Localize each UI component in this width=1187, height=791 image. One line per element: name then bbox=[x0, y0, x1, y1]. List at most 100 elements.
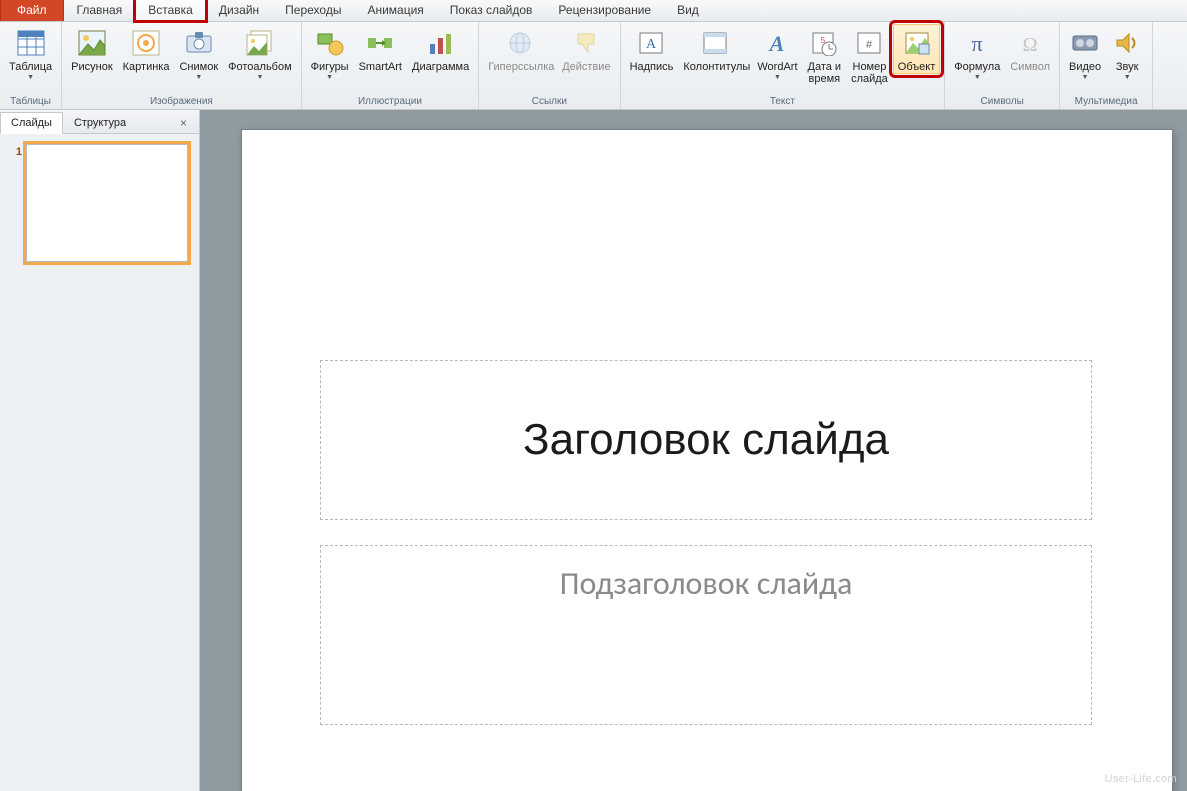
group-label-links: Ссылки bbox=[483, 94, 615, 109]
thumbnails: 1 bbox=[0, 134, 199, 272]
screenshot-icon bbox=[183, 27, 215, 59]
ribbon-symbol-label: Символ bbox=[1010, 61, 1050, 73]
group-tables: Таблица ▼ Таблицы bbox=[0, 22, 62, 109]
dropdown-arrow-icon: ▼ bbox=[195, 74, 202, 81]
dropdown-arrow-icon: ▼ bbox=[1124, 74, 1131, 81]
shapes-icon bbox=[314, 27, 346, 59]
object-icon bbox=[901, 27, 933, 59]
tab-transitions[interactable]: Переходы bbox=[272, 0, 354, 21]
ribbon-smartart[interactable]: SmartArt bbox=[354, 24, 407, 74]
pane-tab-outline[interactable]: Структура bbox=[63, 112, 137, 133]
tab-animation[interactable]: Анимация bbox=[354, 0, 436, 21]
dropdown-arrow-icon: ▼ bbox=[256, 74, 263, 81]
group-label-illustrations: Иллюстрации bbox=[306, 94, 475, 109]
tab-view[interactable]: Вид bbox=[664, 0, 712, 21]
ribbon-object-label: Объект bbox=[898, 61, 935, 73]
slidenumber-icon: # bbox=[853, 27, 885, 59]
ribbon-equation-label: Формула bbox=[954, 61, 1000, 73]
subtitle-placeholder-text: Подзаголовок слайда bbox=[560, 564, 853, 603]
ribbon-equation[interactable]: π Формула ▼ bbox=[949, 24, 1005, 82]
group-images: Рисунок Картинка Снимок ▼ Фотоальбом bbox=[62, 22, 302, 109]
group-text: A Надпись Колонтитулы A WordArt ▼ 5 bbox=[621, 22, 946, 109]
subtitle-placeholder[interactable]: Подзаголовок слайда bbox=[320, 545, 1092, 725]
ribbon-photoalbum-label: Фотоальбом bbox=[228, 61, 292, 73]
ribbon-clipart[interactable]: Картинка bbox=[118, 24, 175, 74]
ribbon-clipart-label: Картинка bbox=[123, 61, 170, 73]
pane-tab-slides[interactable]: Слайды bbox=[0, 112, 63, 134]
group-label-images: Изображения bbox=[66, 94, 297, 109]
svg-text:Ω: Ω bbox=[1023, 34, 1038, 56]
tab-home[interactable]: Главная bbox=[64, 0, 136, 21]
ribbon-photoalbum[interactable]: Фотоальбом ▼ bbox=[223, 24, 297, 82]
ribbon-headerfooter-label: Колонтитулы bbox=[683, 61, 747, 73]
ribbon-datetime-label: Дата и время bbox=[808, 61, 842, 85]
photoalbum-icon bbox=[244, 27, 276, 59]
chart-icon bbox=[425, 27, 457, 59]
smartart-icon bbox=[364, 27, 396, 59]
svg-text:π: π bbox=[972, 31, 983, 56]
thumbnail-row: 1 bbox=[6, 144, 193, 262]
ribbon-slidenumber-label: Номер слайда bbox=[851, 61, 888, 85]
ribbon-object[interactable]: Объект bbox=[893, 24, 940, 74]
group-label-text: Текст bbox=[625, 94, 941, 109]
ribbon-wordart-label: WordArt bbox=[757, 61, 797, 73]
dropdown-arrow-icon: ▼ bbox=[27, 74, 34, 81]
pane-close-button[interactable]: × bbox=[174, 112, 193, 133]
dropdown-arrow-icon: ▼ bbox=[326, 74, 333, 81]
svg-text:A: A bbox=[768, 31, 785, 56]
dropdown-arrow-icon: ▼ bbox=[1082, 74, 1089, 81]
equation-icon: π bbox=[961, 27, 993, 59]
dropdown-arrow-icon: ▼ bbox=[774, 74, 781, 81]
group-label-media: Мультимедиа bbox=[1064, 94, 1148, 109]
ribbon-audio[interactable]: Звук ▼ bbox=[1106, 24, 1148, 82]
ribbon-table-label: Таблица bbox=[9, 61, 52, 73]
ribbon-screenshot[interactable]: Снимок ▼ bbox=[174, 24, 223, 82]
wordart-icon: A bbox=[761, 27, 793, 59]
thumbnail-number: 1 bbox=[6, 144, 22, 262]
ribbon: Таблица ▼ Таблицы Рисунок Картинка bbox=[0, 22, 1187, 110]
ribbon-slidenumber[interactable]: # Номер слайда bbox=[846, 24, 893, 86]
action-icon bbox=[570, 27, 602, 59]
slides-pane: Слайды Структура × 1 bbox=[0, 110, 200, 791]
headerfooter-icon bbox=[699, 27, 731, 59]
ribbon-video[interactable]: Видео ▼ bbox=[1064, 24, 1106, 82]
symbol-icon: Ω bbox=[1014, 27, 1046, 59]
slide-1[interactable]: Заголовок слайда Подзаголовок слайда bbox=[242, 130, 1172, 791]
ribbon-action: Действие bbox=[557, 24, 615, 74]
datetime-icon: 5 bbox=[808, 27, 840, 59]
ribbon-wordart[interactable]: A WordArt ▼ bbox=[752, 24, 802, 82]
tab-slideshow[interactable]: Показ слайдов bbox=[437, 0, 546, 21]
group-label-tables: Таблицы bbox=[4, 94, 57, 109]
tab-review[interactable]: Рецензирование bbox=[545, 0, 664, 21]
audio-icon bbox=[1111, 27, 1143, 59]
ribbon-datetime[interactable]: 5 Дата и время bbox=[803, 24, 847, 86]
ribbon-shapes[interactable]: Фигуры ▼ bbox=[306, 24, 354, 82]
tab-design[interactable]: Дизайн bbox=[206, 0, 272, 21]
group-label-symbols: Символы bbox=[949, 94, 1055, 109]
watermark: User-Life.com bbox=[1105, 773, 1177, 785]
ribbon-chart-label: Диаграмма bbox=[412, 61, 469, 73]
ribbon-table[interactable]: Таблица ▼ bbox=[4, 24, 57, 82]
ribbon-hyperlink: Гиперссылка bbox=[483, 24, 557, 74]
video-icon bbox=[1069, 27, 1101, 59]
ribbon-textbox-label: Надпись bbox=[630, 61, 674, 73]
tab-insert[interactable]: Вставка bbox=[135, 0, 206, 21]
ribbon-action-label: Действие bbox=[562, 61, 610, 73]
ribbon-hyperlink-label: Гиперссылка bbox=[488, 61, 552, 73]
group-symbols: π Формула ▼ Ω Символ Символы bbox=[945, 22, 1060, 109]
ribbon-chart[interactable]: Диаграмма bbox=[407, 24, 474, 74]
slide-canvas[interactable]: Заголовок слайда Подзаголовок слайда Use… bbox=[200, 110, 1187, 791]
ribbon-screenshot-label: Снимок bbox=[179, 61, 218, 73]
group-media: Видео ▼ Звук ▼ Мультимедиа bbox=[1060, 22, 1153, 109]
ribbon-headerfooter[interactable]: Колонтитулы bbox=[678, 24, 752, 74]
tab-file[interactable]: Файл bbox=[0, 0, 64, 21]
ribbon-audio-label: Звук bbox=[1116, 61, 1139, 73]
ribbon-picture[interactable]: Рисунок bbox=[66, 24, 118, 74]
title-placeholder[interactable]: Заголовок слайда bbox=[320, 360, 1092, 520]
svg-text:A: A bbox=[646, 37, 657, 52]
dropdown-arrow-icon: ▼ bbox=[974, 74, 981, 81]
ribbon-textbox[interactable]: A Надпись bbox=[625, 24, 679, 74]
slide-thumbnail-1[interactable] bbox=[26, 144, 188, 262]
title-placeholder-text: Заголовок слайда bbox=[523, 415, 889, 465]
ribbon-shapes-label: Фигуры bbox=[311, 61, 349, 73]
